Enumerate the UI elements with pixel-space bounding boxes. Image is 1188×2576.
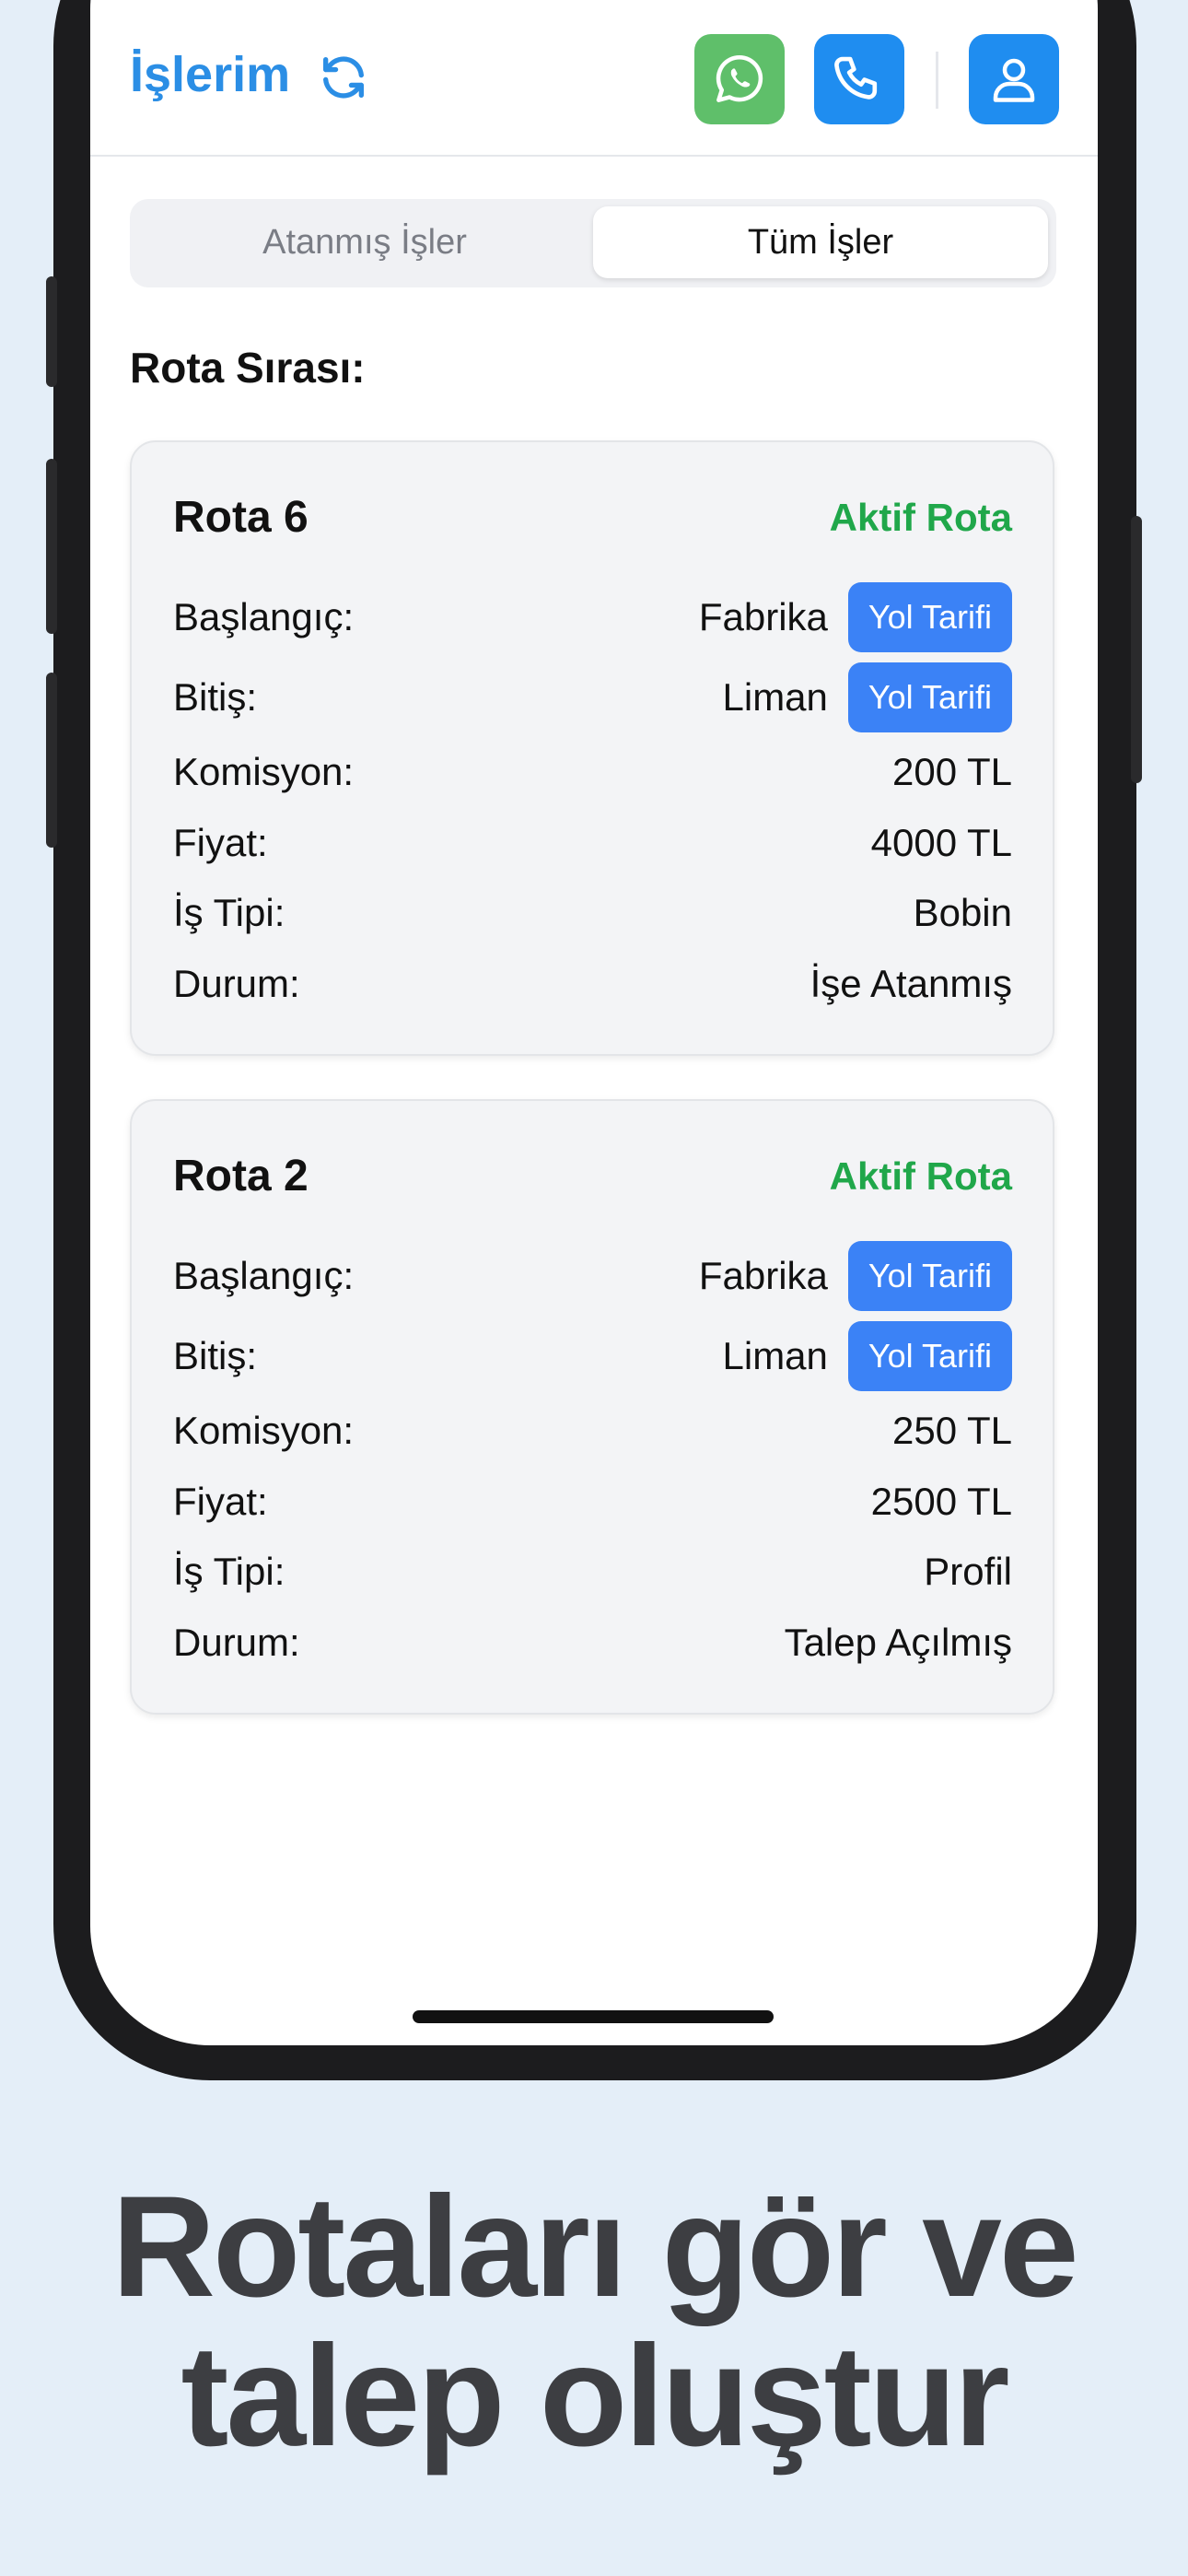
end-value: Liman (722, 1334, 828, 1377)
commission-label: Komisyon: (173, 1409, 355, 1452)
commission-value: 200 TL (892, 750, 1012, 793)
profile-button[interactable] (969, 34, 1059, 124)
phone-side-button (46, 673, 57, 848)
route-name: Rota 2 (173, 1152, 309, 1200)
state-label: Durum: (173, 1621, 300, 1664)
commission-value: 250 TL (892, 1409, 1012, 1452)
commission-label: Komisyon: (173, 750, 355, 793)
phone-icon (834, 56, 878, 100)
route-status-badge: Aktif Rota (829, 496, 1012, 539)
price-label: Fiyat: (173, 1480, 268, 1523)
whatsapp-icon (716, 54, 763, 102)
state-label: Durum: (173, 962, 300, 1005)
page-title: İşlerim (130, 47, 291, 102)
end-label: Bitiş: (173, 675, 258, 719)
user-icon (993, 58, 1035, 102)
route-card[interactable]: Rota 2 Aktif Rota Başlangıç: Fabrika Yol … (130, 1099, 1054, 1715)
app-screen: İşlerim Atanmış İşler Tüm İşler Rota Sır… (90, 0, 1098, 2045)
route-card[interactable]: Rota 6 Aktif Rota Başlangıç: Fabrika Yol … (130, 440, 1054, 1056)
end-label: Bitiş: (173, 1334, 258, 1377)
end-row: Bitiş: Liman Yol Tarifi (173, 662, 1012, 732)
commission-row: Komisyon: 250 TL (173, 1396, 1012, 1466)
state-row: Durum: Talep Açılmış (173, 1608, 1012, 1678)
section-title: Rota Sırası: (130, 344, 366, 392)
segmented-control: Atanmış İşler Tüm İşler (130, 199, 1056, 287)
end-row: Bitiş: Liman Yol Tarifi (173, 1321, 1012, 1391)
tab-all-jobs[interactable]: Tüm İşler (593, 206, 1048, 278)
directions-button[interactable]: Yol Tarifi (847, 1321, 1012, 1391)
end-value: Liman (722, 675, 828, 719)
directions-button[interactable]: Yol Tarifi (847, 582, 1012, 652)
home-indicator[interactable] (413, 2010, 774, 2023)
directions-button[interactable]: Yol Tarifi (847, 1241, 1012, 1311)
state-value: Talep Açılmış (784, 1621, 1012, 1664)
job-type-row: İş Tipi: Bobin (173, 878, 1012, 948)
job-type-label: İş Tipi: (173, 1550, 285, 1593)
job-type-row: İş Tipi: Profil (173, 1537, 1012, 1607)
directions-button[interactable]: Yol Tarifi (847, 662, 1012, 732)
phone-side-button (46, 459, 57, 634)
header-divider (936, 52, 938, 109)
refresh-icon[interactable] (317, 51, 370, 104)
marketing-caption: Rotaları gör ve talep oluştur (0, 2172, 1188, 2471)
caption-line-2: talep oluştur (181, 2316, 1009, 2476)
start-value: Fabrika (698, 1254, 828, 1297)
caption-line-1: Rotaları gör ve (111, 2167, 1078, 2327)
route-status-badge: Aktif Rota (829, 1154, 1012, 1198)
price-value: 4000 TL (870, 821, 1012, 864)
start-label: Başlangıç: (173, 595, 355, 638)
commission-row: Komisyon: 200 TL (173, 737, 1012, 807)
call-button[interactable] (814, 34, 904, 124)
price-row: Fiyat: 2500 TL (173, 1467, 1012, 1537)
price-label: Fiyat: (173, 821, 268, 864)
price-row: Fiyat: 4000 TL (173, 808, 1012, 878)
tab-assigned-jobs[interactable]: Atanmış İşler (137, 206, 592, 278)
start-row: Başlangıç: Fabrika Yol Tarifi (173, 1241, 1012, 1311)
phone-side-button (1131, 516, 1142, 783)
price-value: 2500 TL (870, 1480, 1012, 1523)
start-row: Başlangıç: Fabrika Yol Tarifi (173, 582, 1012, 652)
state-row: Durum: İşe Atanmış (173, 949, 1012, 1019)
state-value: İşe Atanmış (809, 962, 1012, 1005)
whatsapp-button[interactable] (694, 34, 785, 124)
job-type-label: İş Tipi: (173, 891, 285, 934)
job-type-value: Profil (924, 1550, 1012, 1593)
phone-side-button (46, 276, 57, 387)
start-value: Fabrika (698, 595, 828, 638)
route-name: Rota 6 (173, 493, 309, 542)
start-label: Başlangıç: (173, 1254, 355, 1297)
top-bar: İşlerim (90, 0, 1098, 157)
job-type-value: Bobin (913, 891, 1012, 934)
